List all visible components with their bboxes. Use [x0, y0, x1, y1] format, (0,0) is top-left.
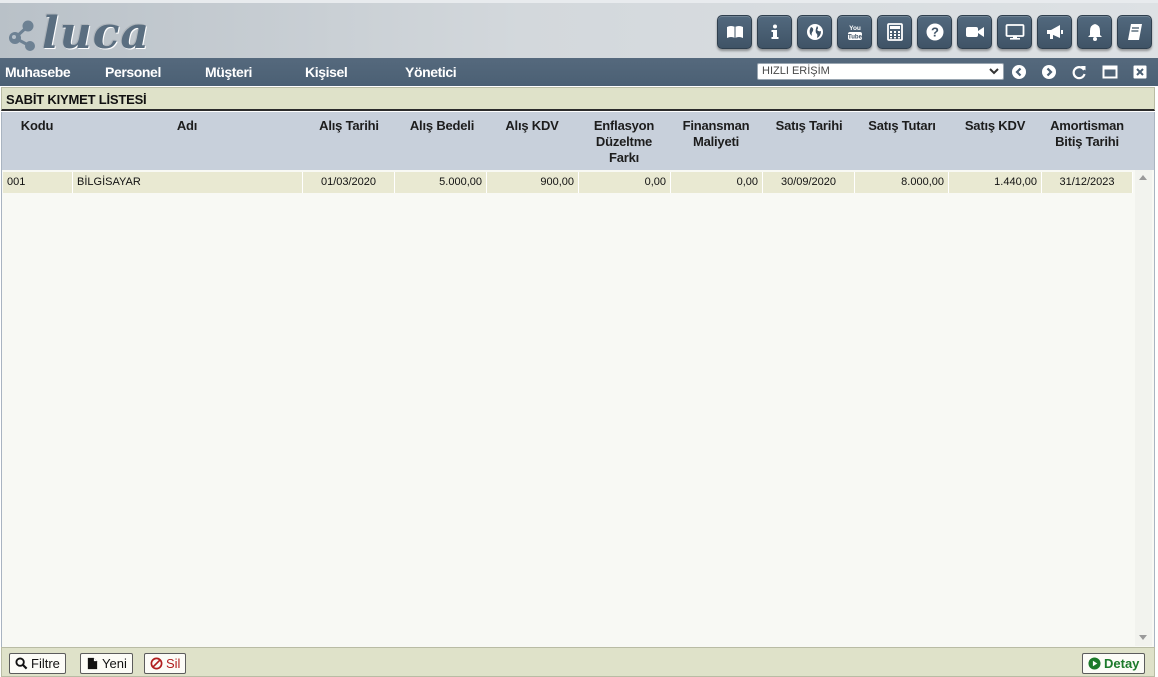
- globe-icon[interactable]: [797, 15, 832, 49]
- column-header-adi[interactable]: Adı: [162, 118, 212, 134]
- scroll-down-arrow-icon[interactable]: [1139, 635, 1147, 640]
- back-arrow-icon[interactable]: [1011, 64, 1027, 80]
- quick-access-placeholder: HIZLI ERİŞİM: [762, 65, 830, 77]
- svg-text:You: You: [849, 25, 861, 32]
- column-header-line: Amortisman: [1050, 118, 1124, 133]
- logo-text: luca: [42, 8, 151, 59]
- column-header-alis-bedeli[interactable]: Alış Bedeli: [400, 118, 484, 134]
- notebook-icon[interactable]: [1117, 15, 1152, 49]
- table-header: Kodu Adı Alış Tarihi Alış Bedeli Alış KD…: [1, 112, 1155, 170]
- cell-satis-kdv: 1.440,00: [949, 172, 1042, 193]
- play-circle-icon: [1088, 657, 1101, 670]
- menu-item-muhasebe[interactable]: Muhasebe: [5, 64, 71, 80]
- book-open-icon[interactable]: [717, 15, 752, 49]
- column-header-line: Bitiş Tarihi: [1055, 134, 1119, 149]
- svg-text:?: ?: [931, 25, 939, 40]
- video-camera-icon[interactable]: [957, 15, 992, 49]
- scroll-up-arrow-icon[interactable]: [1139, 175, 1147, 180]
- filter-button-label: Filtre: [31, 656, 60, 671]
- calculator-icon[interactable]: [877, 15, 912, 49]
- maximize-icon[interactable]: [1102, 64, 1118, 80]
- column-header-finansman-maliyeti[interactable]: Finansman Maliyeti: [672, 118, 760, 150]
- monitor-icon[interactable]: [997, 15, 1032, 49]
- cell-enflasyon-duzeltme-farki: 0,00: [579, 172, 671, 193]
- delete-button[interactable]: Sil: [144, 653, 187, 674]
- column-header-alis-tarihi[interactable]: Alış Tarihi: [308, 118, 390, 134]
- refresh-icon[interactable]: [1071, 64, 1087, 80]
- delete-button-label: Sil: [166, 656, 181, 671]
- luca-logo[interactable]: luca: [6, 11, 150, 57]
- cell-finansman-maliyeti: 0,00: [671, 172, 763, 193]
- ban-icon: [150, 657, 163, 670]
- chevron-down-icon: [988, 65, 1000, 77]
- cell-amortisman-bitis-tarihi: 31/12/2023: [1042, 172, 1133, 193]
- column-header-line: Farkı: [608, 150, 640, 165]
- detail-button[interactable]: Detay: [1082, 653, 1146, 674]
- new-button-label: Yeni: [102, 656, 127, 671]
- cell-alis-kdv: 900,00: [487, 172, 579, 193]
- column-header-satis-tutari[interactable]: Satış Tutarı: [858, 118, 946, 134]
- column-header-kodu[interactable]: Kodu: [20, 118, 54, 134]
- cell-satis-tarihi: 30/09/2020: [763, 172, 855, 193]
- cell-satis-tutari: 8.000,00: [855, 172, 949, 193]
- svg-text:Tube: Tube: [848, 35, 863, 41]
- menu-item-kisisel[interactable]: Kişisel: [305, 64, 348, 80]
- column-header-line: Düzeltme: [595, 134, 653, 149]
- column-header-line: Enflasyon: [593, 118, 655, 133]
- menu-item-yonetici[interactable]: Yönetici: [405, 64, 457, 80]
- column-header-line: Maliyeti: [692, 134, 740, 149]
- footer-toolbar: Filtre Yeni Sil Detay: [1, 647, 1155, 677]
- column-header-amortisman-bitis-tarihi[interactable]: Amortisman Bitiş Tarihi: [1042, 118, 1132, 150]
- column-header-enflasyon-duzeltme-farki[interactable]: Enflasyon Düzeltme Farkı: [580, 118, 668, 166]
- youtube-icon[interactable]: You Tube: [837, 15, 872, 49]
- menu-item-musteri[interactable]: Müşteri: [205, 64, 252, 80]
- cell-alis-bedeli: 5.000,00: [395, 172, 487, 193]
- page-title-bar: SABİT KIYMET LİSTESİ: [1, 87, 1155, 111]
- column-header-line: Finansman: [682, 118, 750, 133]
- quick-access-select[interactable]: HIZLI ERİŞİM: [757, 63, 1004, 80]
- table-row[interactable]: 001 BİLGİSAYAR 01/03/2020 5.000,00 900,0…: [3, 172, 1133, 193]
- cell-kodu: 001: [3, 172, 73, 193]
- bell-icon[interactable]: [1077, 15, 1112, 49]
- new-button[interactable]: Yeni: [80, 653, 133, 674]
- detail-button-label: Detay: [1104, 656, 1140, 671]
- table-body: 001 BİLGİSAYAR 01/03/2020 5.000,00 900,0…: [1, 170, 1155, 647]
- column-header-satis-tarihi[interactable]: Satış Tarihi: [764, 118, 854, 134]
- luca-logo-mark-icon: [6, 14, 40, 54]
- main-menu-bar: Muhasebe Personel Müşteri Kişisel Yöneti…: [0, 58, 1158, 86]
- filter-button[interactable]: Filtre: [9, 653, 66, 674]
- menu-item-personel[interactable]: Personel: [105, 64, 161, 80]
- megaphone-icon[interactable]: [1037, 15, 1072, 49]
- search-icon: [15, 657, 28, 670]
- cell-alis-tarihi: 01/03/2020: [303, 172, 395, 193]
- column-header-satis-kdv[interactable]: Satış KDV: [952, 118, 1038, 134]
- info-icon[interactable]: [757, 15, 792, 49]
- help-icon[interactable]: ?: [917, 15, 952, 49]
- forward-arrow-icon[interactable]: [1041, 64, 1057, 80]
- close-icon[interactable]: [1132, 64, 1148, 80]
- column-header-alis-kdv[interactable]: Alış KDV: [494, 118, 570, 134]
- vertical-scrollbar[interactable]: [1135, 170, 1152, 646]
- header-toolbar: You Tube ?: [717, 15, 1152, 49]
- page-title: SABİT KIYMET LİSTESİ: [6, 92, 147, 107]
- cell-adi: BİLGİSAYAR: [73, 172, 303, 193]
- file-icon: [87, 657, 98, 670]
- app-header: luca You Tube ?: [0, 0, 1158, 58]
